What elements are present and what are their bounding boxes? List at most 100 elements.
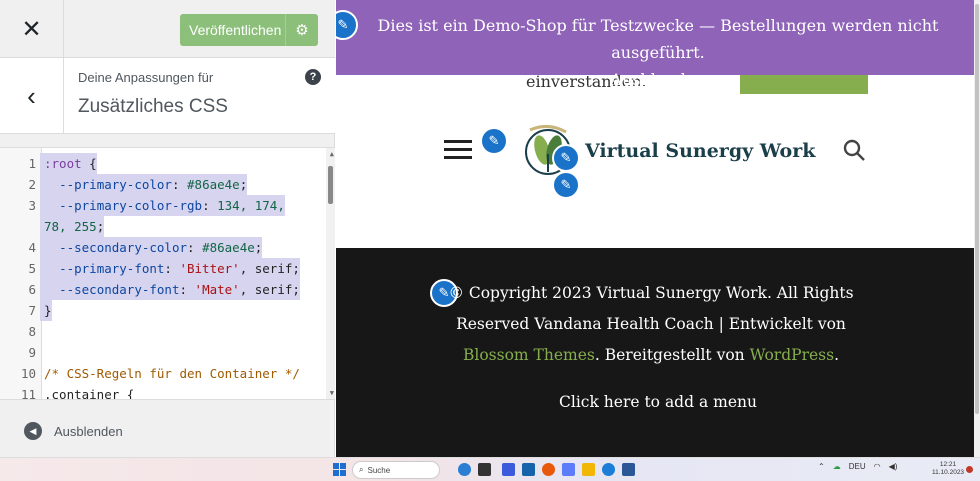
section-title: Zusätzliches CSS (78, 96, 228, 117)
browser-icon[interactable] (602, 463, 615, 476)
taskbar-app-icon[interactable] (542, 463, 555, 476)
taskbar-app-icon[interactable] (562, 463, 575, 476)
edit-menu-shortcut-icon[interactable]: ✎ (480, 127, 508, 155)
customizer-panel: ✕ Veröffentlichen ⚙ ‹ Deine Anpassungen … (0, 0, 335, 457)
windows-start-icon[interactable] (333, 463, 347, 477)
code-text: --primary-color-rgb: 134, 174, (40, 195, 285, 216)
copyright-line-3: Blossom Themes. Bereitgestellt von WordP… (436, 340, 866, 371)
editor-scroll-thumb[interactable] (328, 166, 333, 204)
help-icon[interactable]: ? (305, 69, 321, 85)
code-token: } (44, 303, 52, 318)
code-text: 78, 255; (40, 216, 105, 237)
footer-copyright: © Copyright 2023 Virtual Sunergy Work. A… (436, 278, 866, 371)
system-tray: ⌃ ☁ DEU ◠ ◀) (818, 462, 897, 471)
line-number: 2 (28, 177, 36, 192)
system-clock[interactable]: 12:21 11.10.2023 (932, 461, 964, 477)
code-token: 78, 255 (44, 219, 97, 234)
code-line[interactable]: 7} (0, 300, 326, 321)
customizer-header: ✕ Veröffentlichen ⚙ (0, 0, 335, 58)
volume-icon[interactable]: ◀) (889, 462, 898, 471)
wordpress-link[interactable]: WordPress (750, 346, 834, 364)
demo-notice-dismiss-link[interactable]: Ausblenden (336, 66, 980, 93)
copyright-line-2: Reserved Vandana Health Coach | Entwicke… (456, 315, 846, 333)
code-line[interactable]: 4 --secondary-color: #86ae4e; (0, 237, 326, 258)
site-title[interactable]: Virtual Sunergy Work (585, 140, 815, 162)
code-token: #86ae4e (187, 177, 240, 192)
code-line[interactable]: 78, 255; (0, 216, 326, 237)
preview-scroll-thumb[interactable] (975, 4, 979, 414)
line-number: 11 (20, 387, 36, 400)
preview-scrollbar[interactable] (974, 0, 980, 457)
taskbar-app-icon[interactable] (478, 463, 491, 476)
code-token: : (164, 261, 180, 276)
taskbar-app-icon[interactable] (522, 463, 535, 476)
code-line[interactable]: 6 --secondary-font: 'Mate', serif; (0, 279, 326, 300)
code-text: } (40, 300, 52, 321)
code-token: --secondary-font (59, 282, 180, 297)
edit-logo-shortcut-icon[interactable]: ✎ (552, 144, 580, 172)
taskbar-app-icon[interactable] (502, 463, 515, 476)
taskbar-search[interactable]: ⌕ Suche (352, 461, 440, 479)
edit-title-shortcut-icon[interactable]: ✎ (552, 171, 580, 199)
code-text: :root { (40, 153, 97, 174)
code-line[interactable]: 2 --primary-color: #86ae4e; (0, 174, 326, 195)
clock-time: 12:21 (939, 461, 957, 468)
code-line[interactable]: 3 --primary-color-rgb: 134, 174, (0, 195, 326, 216)
section-subtitle: Deine Anpassungen für (78, 70, 214, 85)
code-token: /* CSS-Regeln für den Container */ (44, 366, 300, 381)
code-line[interactable]: 9 (0, 342, 326, 363)
code-token: : (171, 177, 188, 192)
code-token: :root (44, 156, 82, 171)
collapse-label: Ausblenden (54, 423, 123, 439)
code-line[interactable]: 8 (0, 321, 326, 342)
search-icon[interactable] (842, 138, 866, 162)
weather-icon[interactable]: ☁ (833, 462, 841, 471)
line-number: 10 (20, 366, 36, 381)
footer-period: . (834, 346, 839, 364)
line-number: 1 (28, 156, 36, 171)
taskbar-app-icon[interactable] (622, 463, 635, 476)
code-line[interactable]: 10 /* CSS-Regeln für den Container */ (0, 363, 326, 384)
add-menu-link[interactable]: Click here to add a menu (336, 393, 980, 411)
gear-icon[interactable]: ⚙ (285, 14, 318, 46)
line-number: 4 (28, 240, 36, 255)
css-code-editor[interactable]: 1:root {2 --primary-color: #86ae4e; 3 --p… (0, 147, 335, 400)
scroll-up-icon[interactable]: ▲ (330, 150, 334, 158)
taskbar-app-icon[interactable] (458, 463, 471, 476)
notification-icon[interactable] (966, 466, 973, 473)
powered-by-text: . Bereitgestellt von (594, 346, 750, 364)
language-indicator[interactable]: DEU (849, 462, 866, 471)
blossom-themes-link[interactable]: Blossom Themes (463, 346, 595, 364)
code-token: ; (239, 177, 248, 192)
site-header: ✎ ✎ ✎ Virtual Sunergy Work (336, 118, 980, 200)
hamburger-menu-icon[interactable] (444, 140, 472, 160)
wifi-icon[interactable]: ◠ (874, 462, 881, 471)
code-line[interactable]: 1 :root { (0, 153, 326, 174)
code-line[interactable]: 11 .container { (0, 384, 326, 400)
code-token: ; (96, 219, 105, 234)
chevron-up-icon[interactable]: ⌃ (818, 462, 825, 471)
folder-icon[interactable] (582, 463, 595, 476)
code-token: ; (254, 240, 263, 255)
code-text: --secondary-font: 'Mate', serif; (40, 279, 300, 300)
line-number: 8 (28, 324, 36, 339)
publish-button[interactable]: Veröffentlichen ⚙ (180, 14, 318, 46)
line-number: 6 (28, 282, 36, 297)
section-header: ‹ Deine Anpassungen für Zusätzliches CSS… (0, 58, 335, 134)
code-token: 'Mate' (194, 282, 240, 297)
line-number: 3 (28, 198, 36, 213)
editor-scrollbar[interactable]: ▲ ▼ (326, 148, 335, 399)
code-token: , serif; (239, 261, 300, 276)
back-button[interactable]: ‹ (0, 58, 64, 134)
close-customizer-button[interactable]: ✕ (0, 0, 64, 58)
collapse-sidebar-button[interactable]: ◀ Ausblenden (0, 412, 335, 450)
code-token: 134, 174, (217, 198, 285, 213)
code-token: 'Bitter' (179, 261, 240, 276)
code-line[interactable]: 5 --primary-font: 'Bitter', serif; (0, 258, 326, 279)
scroll-down-icon[interactable]: ▼ (330, 389, 334, 397)
